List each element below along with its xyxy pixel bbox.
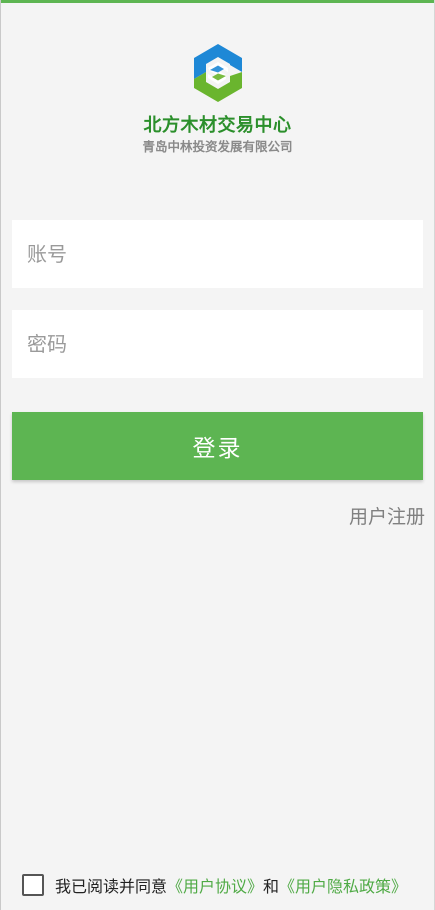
agreement-conjunction-text: 和 (263, 877, 280, 896)
account-input[interactable] (12, 220, 423, 288)
agreement-checkbox[interactable] (22, 874, 44, 896)
password-input[interactable] (12, 310, 423, 378)
brand-subtitle: 青岛中林投资发展有限公司 (142, 139, 293, 154)
login-button[interactable]: 登录 (12, 412, 423, 480)
brand-title: 北方木材交易中心 (143, 115, 292, 136)
user-agreement-link[interactable]: 《用户协议》 (167, 873, 263, 897)
top-accent-bar (0, 0, 435, 3)
agreement-row: 我已阅读并同意 《用户协议》 和 《用户隐私政策》 (22, 872, 407, 898)
register-link[interactable]: 用户注册 (349, 504, 425, 530)
hexagon-s-logo-icon (190, 42, 246, 104)
privacy-policy-link[interactable]: 《用户隐私政策》 (279, 873, 407, 897)
agreement-prefix-text: 我已阅读并同意 (55, 877, 168, 896)
